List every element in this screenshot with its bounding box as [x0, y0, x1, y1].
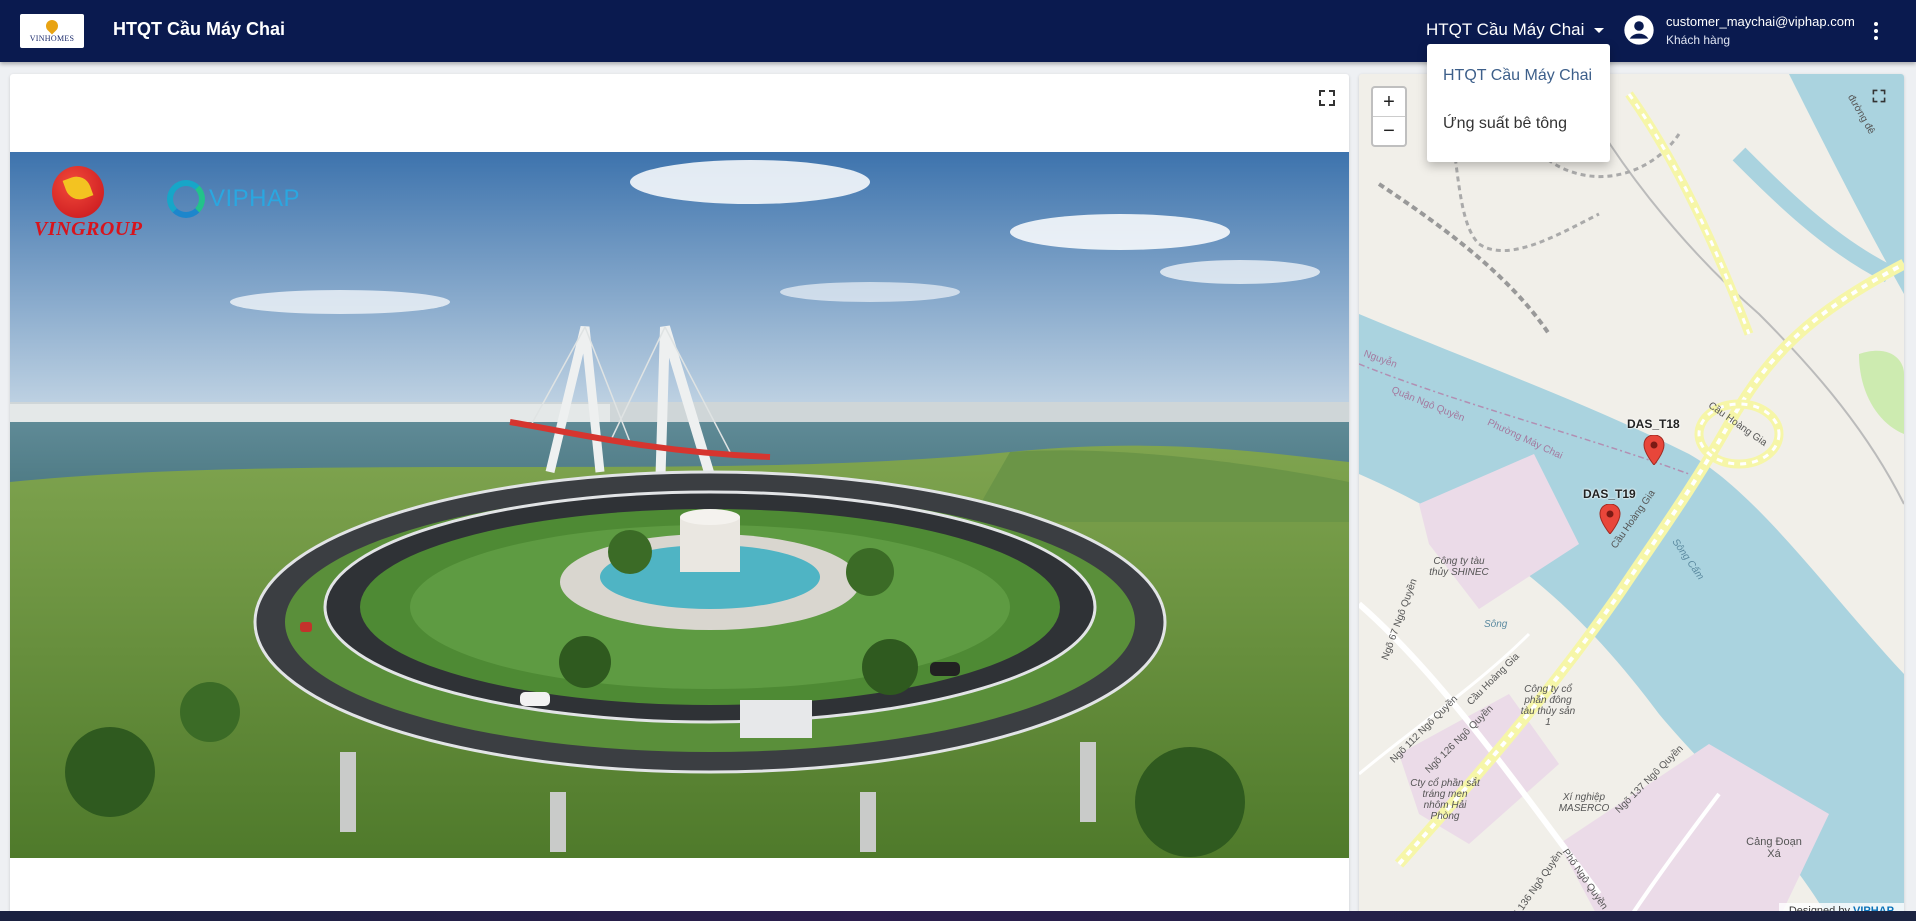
os-taskbar-strip [0, 911, 1916, 921]
bridge-render-panel: VINGROUP VIPHAP [10, 74, 1349, 919]
app-title: HTQT Cầu Máy Chai [113, 19, 286, 39]
vingroup-logo: VINGROUP [34, 166, 142, 241]
project-selector[interactable]: HTQT Cầu Máy Chai [1426, 20, 1605, 40]
user-role: Khách hàng [1666, 33, 1731, 47]
user-email: customer_maychai@viphap.com [1666, 14, 1855, 29]
more-vert-icon[interactable] [1868, 18, 1884, 44]
project-menu-item-ung-suat[interactable]: Ứng suất bê tông [1427, 100, 1610, 148]
zoom-out-button[interactable]: − [1373, 117, 1405, 145]
sensor-marker-das-t19[interactable] [1599, 504, 1621, 534]
vingroup-logo-text: VINGROUP [34, 218, 143, 240]
sensor-marker-label: DAS_T18 [1627, 417, 1680, 431]
vinhomes-logo-text: VINHOMES [29, 33, 75, 43]
zoom-in-button[interactable]: + [1373, 88, 1405, 117]
top-app-bar: VINHOMES HTQT Cầu Máy Chai HTQT Cầu Máy … [0, 0, 1916, 62]
vinhomes-logo-mark-icon [43, 17, 61, 34]
bridge-3d-rendering [10, 152, 1349, 858]
map-label-water: Sông [1484, 619, 1508, 630]
project-menu-item-htqt[interactable]: HTQT Cầu Máy Chai [1427, 52, 1610, 100]
viphap-logo-text: VIPHAP [209, 185, 301, 212]
project-selector-label: HTQT Cầu Máy Chai [1426, 20, 1585, 39]
map-label-poi: Công ty tàu thủy SHINEC [1429, 556, 1489, 578]
vingroup-emblem-icon [52, 166, 104, 218]
vinhomes-logo[interactable]: VINHOMES [20, 14, 84, 48]
account-circle-icon[interactable] [1623, 14, 1655, 46]
map-label-port: Cảng Đoạn Xá [1746, 836, 1802, 860]
viphap-logo: VIPHAP [167, 180, 300, 218]
sensor-marker-label: DAS_T19 [1583, 487, 1636, 501]
sensor-marker-das-t18[interactable] [1643, 435, 1665, 465]
viphap-ring-icon [167, 180, 205, 218]
map-label-poi: Cty cổ phần sắt tráng men nhôm Hải Phòng [1410, 778, 1480, 822]
map-fullscreen-icon[interactable] [1871, 88, 1887, 104]
fullscreen-icon[interactable] [1317, 88, 1337, 108]
sensor-map-panel[interactable]: + − Cầu Hoàng Gia Cầu Hoàng Gia Cầu Hoàn… [1359, 74, 1904, 919]
caret-down-icon [1594, 27, 1605, 33]
map-label-poi: Công ty cổ phần đông tàu thủy sản 1 [1520, 684, 1576, 728]
project-menu: HTQT Cầu Máy Chai Ứng suất bê tông [1427, 44, 1610, 162]
map-zoom-control: + − [1371, 86, 1407, 147]
map-label-poi: Xí nghiệp MASERCO [1558, 792, 1610, 814]
